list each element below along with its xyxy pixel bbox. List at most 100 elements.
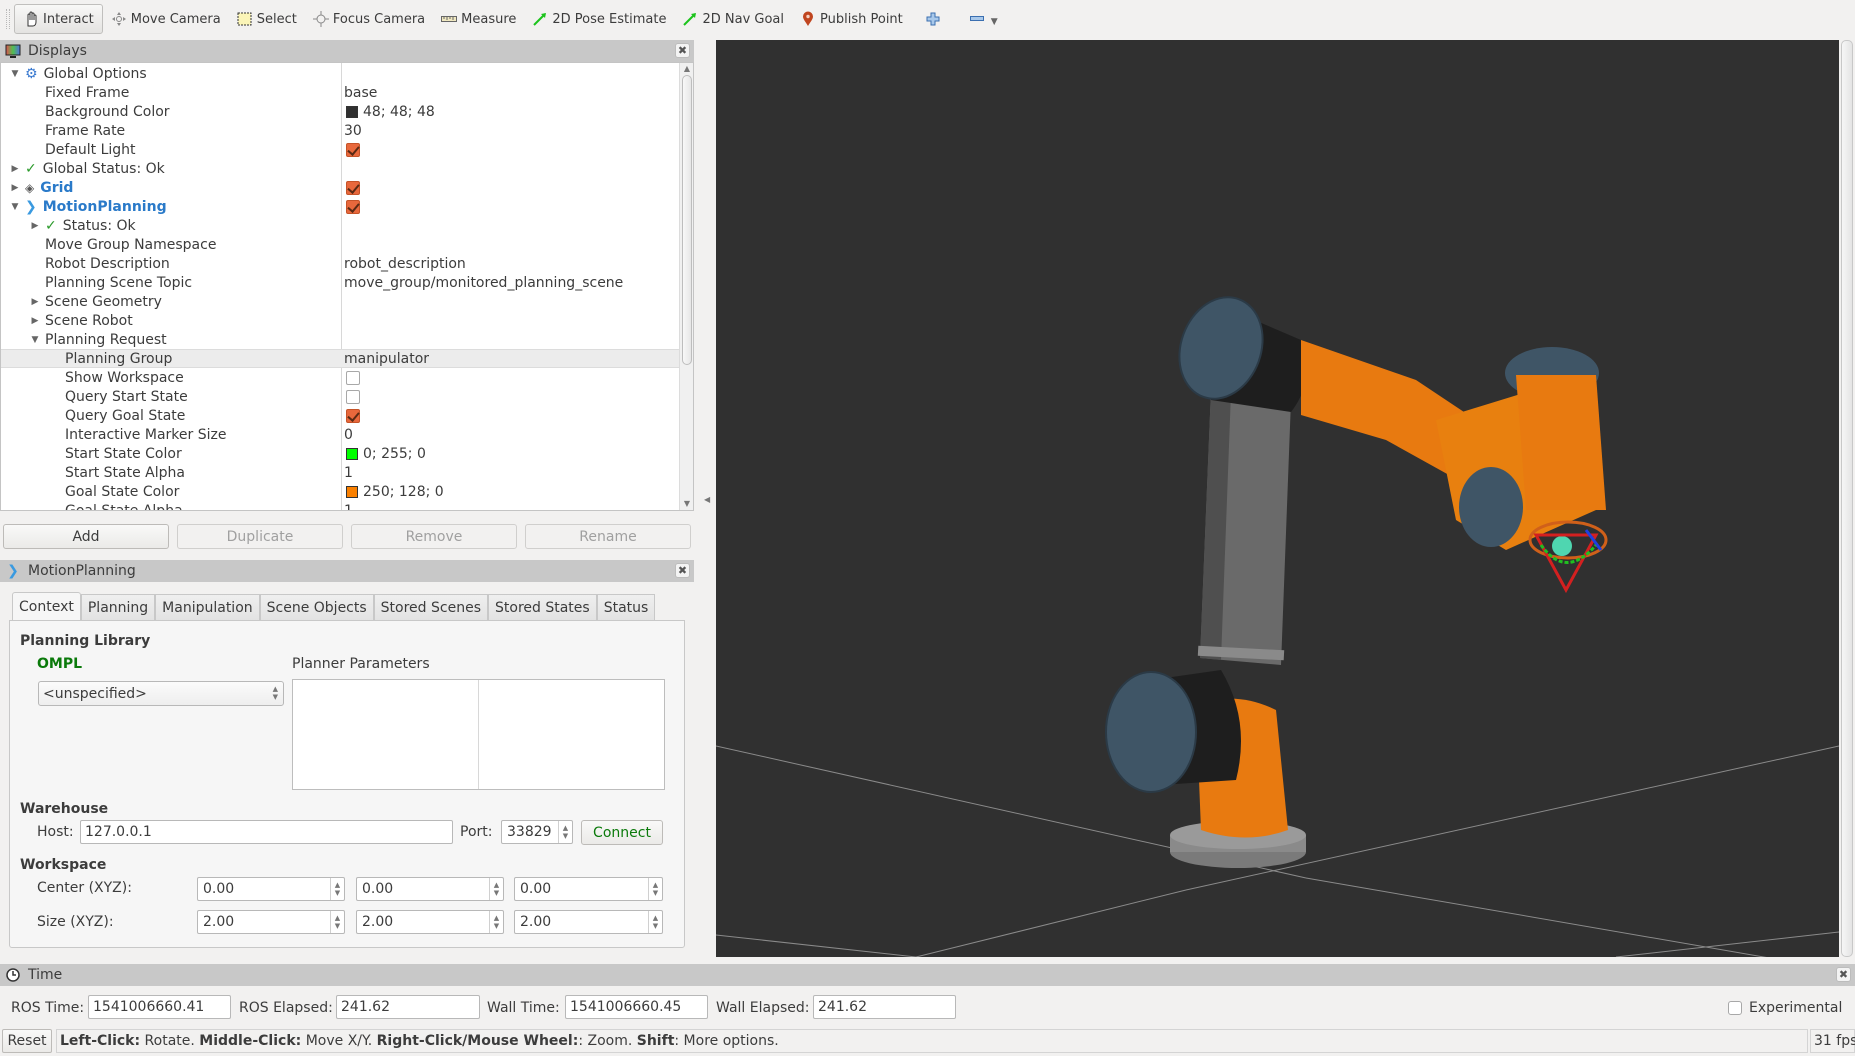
row-value[interactable]: 1 (344, 465, 353, 481)
tree-row-query-goal-state[interactable]: Query Goal State (1, 406, 681, 425)
size-y-spinbox[interactable]: 2.00 ▲ ▼ (356, 910, 504, 934)
center-y-spinbox[interactable]: 0.00 ▲ ▼ (356, 877, 504, 901)
experimental-checkbox[interactable] (1728, 1001, 1742, 1015)
tab-context[interactable]: Context (12, 592, 81, 621)
size-z-spinbox[interactable]: 2.00 ▲ ▼ (514, 910, 663, 934)
spin-arrows-icon[interactable]: ▲ ▼ (330, 878, 344, 900)
host-input[interactable]: 127.0.0.1 (80, 820, 453, 844)
tree-row-motion-planning[interactable]: ▼ ❯ MotionPlanning (1, 197, 681, 216)
displays-scrollbar[interactable]: ▲ ▼ (679, 63, 693, 510)
expand-arrow-icon[interactable]: ▶ (29, 221, 41, 231)
tool-interact[interactable]: Interact (14, 4, 103, 34)
checkbox[interactable] (346, 408, 360, 423)
row-value[interactable]: manipulator (344, 351, 429, 367)
remove-display-button[interactable]: Remove (351, 524, 517, 549)
center-z-spinbox[interactable]: 0.00 ▲ ▼ (514, 877, 663, 901)
rename-display-button[interactable]: Rename (525, 524, 691, 549)
wall-time-field[interactable]: 1541006660.45 (565, 995, 708, 1019)
row-value[interactable]: move_group/monitored_planning_scene (344, 275, 623, 291)
row-value[interactable]: 1 (344, 503, 353, 511)
remove-tool-button[interactable]: ▼ (959, 4, 1002, 34)
planner-parameters-table[interactable] (292, 679, 665, 790)
spin-arrows-icon[interactable]: ▲ ▼ (648, 878, 662, 900)
port-spinbox[interactable]: 33829 ▲ ▼ (501, 820, 573, 844)
tree-row-planning-group[interactable]: Planning Group manipulator (1, 349, 680, 368)
tree-row-move-group-namespace[interactable]: Move Group Namespace (1, 235, 681, 254)
tree-row-default-light[interactable]: Default Light (1, 140, 681, 159)
spin-arrows-icon[interactable]: ▲ ▼ (489, 911, 503, 933)
checkbox[interactable] (346, 180, 360, 195)
tool-select[interactable]: Select (229, 4, 305, 34)
row-value[interactable]: 0 (344, 427, 353, 443)
tool-2d-nav-goal[interactable]: 2D Nav Goal (674, 4, 792, 34)
tool-focus-camera[interactable]: Focus Camera (305, 4, 433, 34)
row-value[interactable]: 0; 255; 0 (363, 446, 426, 462)
tab-stored-scenes[interactable]: Stored Scenes (373, 594, 488, 621)
tree-row-goal-state-color[interactable]: Goal State Color 250; 128; 0 (1, 482, 681, 501)
tree-row-show-workspace[interactable]: Show Workspace (1, 368, 681, 387)
add-display-button[interactable]: Add (3, 524, 169, 549)
color-swatch[interactable] (346, 105, 358, 118)
reset-button[interactable]: Reset (2, 1029, 52, 1053)
expand-arrow-icon[interactable]: ▼ (9, 202, 21, 212)
spin-arrows-icon[interactable]: ▲ ▼ (489, 878, 503, 900)
expand-arrow-icon[interactable]: ▶ (29, 297, 41, 307)
collapse-left-icon[interactable]: ◀ (704, 495, 710, 504)
row-value[interactable]: 250; 128; 0 (363, 484, 444, 500)
viewport-scrollbar[interactable] (1841, 40, 1853, 957)
checkbox[interactable] (346, 370, 360, 385)
color-swatch[interactable] (346, 485, 358, 498)
close-icon[interactable]: ✖ (675, 563, 690, 578)
wall-elapsed-field[interactable]: 241.62 (813, 995, 956, 1019)
tree-row-planning-scene-topic[interactable]: Planning Scene Topic move_group/monitore… (1, 273, 681, 292)
tool-move-camera[interactable]: Move Camera (103, 4, 229, 34)
toolbar-grip[interactable] (6, 9, 10, 29)
expand-arrow-icon[interactable]: ▶ (29, 316, 41, 326)
planner-select[interactable]: <unspecified> ▲ ▼ (38, 681, 284, 706)
render-viewport[interactable] (716, 40, 1839, 957)
tab-status[interactable]: Status (596, 594, 656, 621)
spin-arrows-icon[interactable]: ▲ ▼ (558, 821, 572, 843)
expand-arrow-icon[interactable]: ▼ (9, 69, 21, 79)
checkbox[interactable] (346, 142, 360, 157)
spin-arrows-icon[interactable]: ▲ ▼ (648, 911, 662, 933)
tree-row-grid[interactable]: ▶ ◈ Grid (1, 178, 681, 197)
tree-row-global-status[interactable]: ▶ ✓ Global Status: Ok (1, 159, 681, 178)
tool-publish-point[interactable]: Publish Point (792, 4, 911, 34)
tree-row-status[interactable]: ▶ ✓ Status: Ok (1, 216, 681, 235)
scrollbar-thumb[interactable] (682, 75, 692, 365)
tree-row-start-state-color[interactable]: Start State Color 0; 255; 0 (1, 444, 681, 463)
tree-row-background-color[interactable]: Background Color 48; 48; 48 (1, 102, 681, 121)
scroll-up-icon[interactable]: ▲ (680, 63, 693, 75)
ros-time-field[interactable]: 1541006660.41 (88, 995, 231, 1019)
tab-planning[interactable]: Planning (80, 594, 156, 621)
tree-row-query-start-state[interactable]: Query Start State (1, 387, 681, 406)
scroll-down-icon[interactable]: ▼ (680, 498, 693, 510)
tree-row-global-options[interactable]: ▼ ⚙ Global Options (1, 64, 681, 83)
tree-row-interactive-marker-size[interactable]: Interactive Marker Size 0 (1, 425, 681, 444)
tab-scene-objects[interactable]: Scene Objects (259, 594, 374, 621)
tool-measure[interactable]: Measure (433, 4, 524, 34)
row-value[interactable]: base (344, 85, 377, 101)
row-value[interactable]: 30 (344, 123, 362, 139)
close-icon[interactable]: ✖ (675, 43, 690, 58)
add-tool-button[interactable] (911, 4, 959, 34)
spin-arrows-icon[interactable]: ▲ ▼ (330, 911, 344, 933)
color-swatch[interactable] (346, 447, 358, 460)
tree-row-scene-geometry[interactable]: ▶ Scene Geometry (1, 292, 681, 311)
checkbox[interactable] (346, 389, 360, 404)
duplicate-display-button[interactable]: Duplicate (177, 524, 343, 549)
tree-row-frame-rate[interactable]: Frame Rate 30 (1, 121, 681, 140)
tree-row-robot-description[interactable]: Robot Description robot_description (1, 254, 681, 273)
expand-arrow-icon[interactable]: ▶ (9, 183, 21, 193)
tree-row-planning-request[interactable]: ▼ Planning Request (1, 330, 681, 349)
displays-tree[interactable]: ▼ ⚙ Global Options Fixed Frame base Backgr… (0, 62, 694, 511)
tab-stored-states[interactable]: Stored States (488, 594, 597, 621)
close-icon[interactable]: ✖ (1836, 967, 1851, 982)
expand-arrow-icon[interactable]: ▶ (9, 164, 21, 174)
row-value[interactable]: 48; 48; 48 (363, 104, 435, 120)
size-x-spinbox[interactable]: 2.00 ▲ ▼ (197, 910, 345, 934)
expand-arrow-icon[interactable]: ▼ (29, 335, 41, 345)
tree-row-goal-state-alpha[interactable]: Goal State Alpha 1 (1, 501, 681, 511)
tab-manipulation[interactable]: Manipulation (155, 594, 260, 621)
